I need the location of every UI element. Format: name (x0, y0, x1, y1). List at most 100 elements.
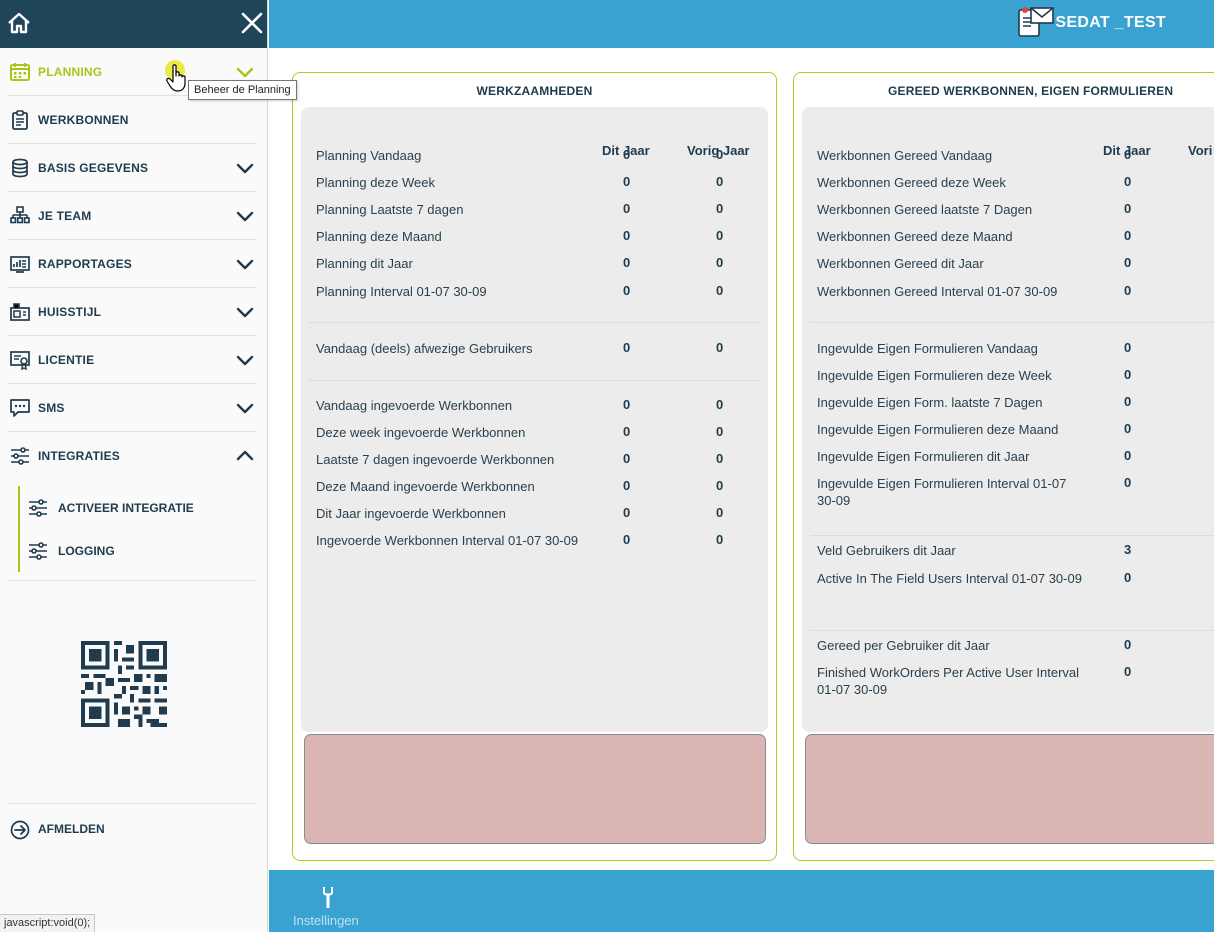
sidebar-subitem-logging[interactable]: LOGGING (18, 529, 256, 572)
chevron-down-icon[interactable] (234, 253, 256, 275)
sidebar-item-sms[interactable]: SMS (8, 384, 256, 432)
integraties-submenu: ACTIVEER INTEGRATIE LOGGING (8, 480, 256, 581)
sidebar-item-integraties[interactable]: INTEGRATIES (8, 432, 256, 480)
chevron-down-icon[interactable] (234, 301, 256, 323)
stat-label: Active In The Field Users Interval 01-07… (817, 571, 1082, 586)
clipboard-icon (12, 109, 28, 130)
stat-value-this-year: 0 (1124, 367, 1132, 382)
stat-label: Planning dit Jaar (316, 256, 413, 271)
stat-label: Ingevulde Eigen Formulieren deze Maand (817, 422, 1059, 437)
stat-label: Planning deze Maand (316, 229, 442, 244)
logout-button[interactable]: AFMELDEN (8, 803, 256, 851)
sidebar-item-licentie[interactable]: LICENTIE (8, 336, 256, 384)
sidebar-item-label: WERKBONNEN (38, 112, 129, 127)
stat-value-last-year: 0 (716, 424, 724, 439)
sidebar-item-label: INTEGRATIES (38, 449, 120, 463)
stats-panel: Dit Jaar Vori Werkbonnen Gereed Vandaag … (802, 107, 1214, 732)
stat-value-this-year: 0 (1124, 664, 1132, 679)
sidebar-item-label: RAPPORTAGES (38, 256, 132, 271)
stat-value-this-year: 0 (623, 174, 631, 189)
chevron-up-icon[interactable] (234, 445, 256, 467)
card-title: WERKZAAMHEDEN (476, 84, 593, 98)
divider (309, 322, 760, 323)
stat-value-this-year: 0 (623, 532, 631, 547)
stat-label: Dit Jaar ingevoerde Werkbonnen (316, 506, 506, 521)
gereed-werkbonnen-card: GEREED WERKBONNEN, EIGEN FORMULIEREN Dit… (793, 72, 1214, 861)
stat-value-this-year: 0 (623, 147, 631, 162)
sidebar-item-je-team[interactable]: JE TEAM (8, 192, 256, 240)
stat-label: Deze Maand ingevoerde Werkbonnen (316, 479, 535, 494)
dashboard-main: WERKZAAMHEDEN Dit Jaar Vorig Jaar Planni… (269, 48, 1214, 870)
stat-value-last-year: 0 (716, 451, 724, 466)
sidebar-item-huisstijl[interactable]: HUISSTIJL (8, 288, 256, 336)
stat-value-this-year: 3 (1124, 542, 1132, 557)
divider (810, 630, 1214, 631)
stat-value-last-year: 0 (716, 283, 724, 298)
sidebar-subitem-label: LOGGING (58, 543, 115, 558)
sidebar-item-werkbonnen[interactable]: WERKBONNEN (8, 96, 256, 144)
sidebar-item-label: JE TEAM (38, 208, 92, 223)
divider (309, 380, 760, 381)
home-icon[interactable] (6, 10, 32, 36)
database-icon (12, 158, 28, 177)
stat-value-this-year: 0 (1124, 174, 1132, 189)
sidebar-item-label: PLANNING (38, 64, 103, 79)
chevron-down-icon[interactable] (234, 349, 256, 371)
sidebar-subitem-label: ACTIVEER INTEGRATIE (58, 500, 194, 515)
stat-value-last-year: 0 (716, 478, 724, 493)
stat-value-this-year: 0 (1124, 475, 1132, 490)
stat-value-this-year: 0 (623, 505, 631, 520)
stat-value-last-year: 0 (716, 201, 724, 216)
close-icon[interactable] (240, 11, 264, 35)
stat-value-this-year: 0 (1124, 283, 1132, 298)
stat-label: Ingevulde Eigen Form. laatste 7 Dagen (817, 395, 1043, 410)
bottom-bar: Instellingen (269, 870, 1214, 932)
card-title: GEREED WERKBONNEN, EIGEN FORMULIEREN (888, 84, 1174, 98)
stat-value-this-year: 0 (623, 397, 631, 412)
stat-value-this-year: 0 (623, 340, 631, 355)
sms-icon (10, 398, 30, 417)
stat-label: Vandaag ingevoerde Werkbonnen (316, 398, 513, 413)
chevron-down-icon[interactable] (234, 397, 256, 419)
team-tree-icon (10, 205, 30, 223)
sidebar-item-rapportages[interactable]: RAPPORTAGES (8, 240, 256, 288)
sidebar-item-basis-gegevens[interactable]: BASIS GEGEVENS (8, 144, 256, 192)
stat-label: Ingevulde Eigen Formulieren Interval 01-… (817, 476, 1067, 508)
stat-label: Planning Vandaag (316, 148, 422, 163)
sidebar-header (0, 0, 267, 48)
user-mail-icon[interactable] (1017, 4, 1055, 40)
stat-value-this-year: 0 (1124, 147, 1132, 162)
stat-value-last-year: 0 (716, 228, 724, 243)
chevron-down-icon[interactable] (234, 205, 256, 227)
stat-value-this-year: 0 (1124, 201, 1132, 216)
stat-label: Veld Gebruikers dit Jaar (817, 543, 956, 558)
stat-label: Ingevulde Eigen Formulieren dit Jaar (817, 449, 1030, 464)
stat-label: Planning deze Week (316, 175, 436, 190)
sidebar: PLANNING WERKBONNEN BASIS GEGEVENS JE TE… (0, 0, 268, 932)
sidebar-menu: PLANNING WERKBONNEN BASIS GEGEVENS JE TE… (8, 48, 256, 581)
wrench-icon[interactable] (318, 886, 338, 908)
stat-label: Laatste 7 dagen ingevoerde Werkbonnen (316, 452, 555, 467)
stat-value-this-year: 0 (1124, 228, 1132, 243)
werkzaamheden-card: WERKZAAMHEDEN Dit Jaar Vorig Jaar Planni… (292, 72, 777, 861)
stat-value-this-year: 0 (1124, 570, 1132, 585)
qr-code (81, 641, 167, 727)
user-name[interactable]: SEDAT _TEST (1055, 14, 1166, 32)
sidebar-item-label: HUISSTIJL (38, 304, 102, 319)
settings-button[interactable]: Instellingen (293, 913, 359, 928)
stat-value-last-year: 0 (716, 147, 724, 162)
stat-value-this-year: 0 (623, 201, 631, 216)
sidebar-item-label: LICENTIE (38, 352, 95, 367)
stat-value-this-year: 0 (1124, 637, 1132, 652)
stat-value-this-year: 0 (623, 283, 631, 298)
stat-value-this-year: 0 (623, 424, 631, 439)
sidebar-subitem-activeer-integratie[interactable]: ACTIVEER INTEGRATIE (18, 486, 256, 529)
logout-icon (10, 820, 30, 840)
sidebar-item-label: SMS (38, 400, 65, 415)
chevron-down-icon[interactable] (234, 157, 256, 179)
stat-value-last-year: 0 (716, 532, 724, 547)
stat-value-this-year: 0 (1124, 448, 1132, 463)
stat-label: Werkbonnen Gereed Interval 01-07 30-09 (817, 284, 1058, 299)
status-bar-url: javascript:void(0); (0, 914, 96, 932)
chart-placeholder-panel (304, 734, 766, 844)
